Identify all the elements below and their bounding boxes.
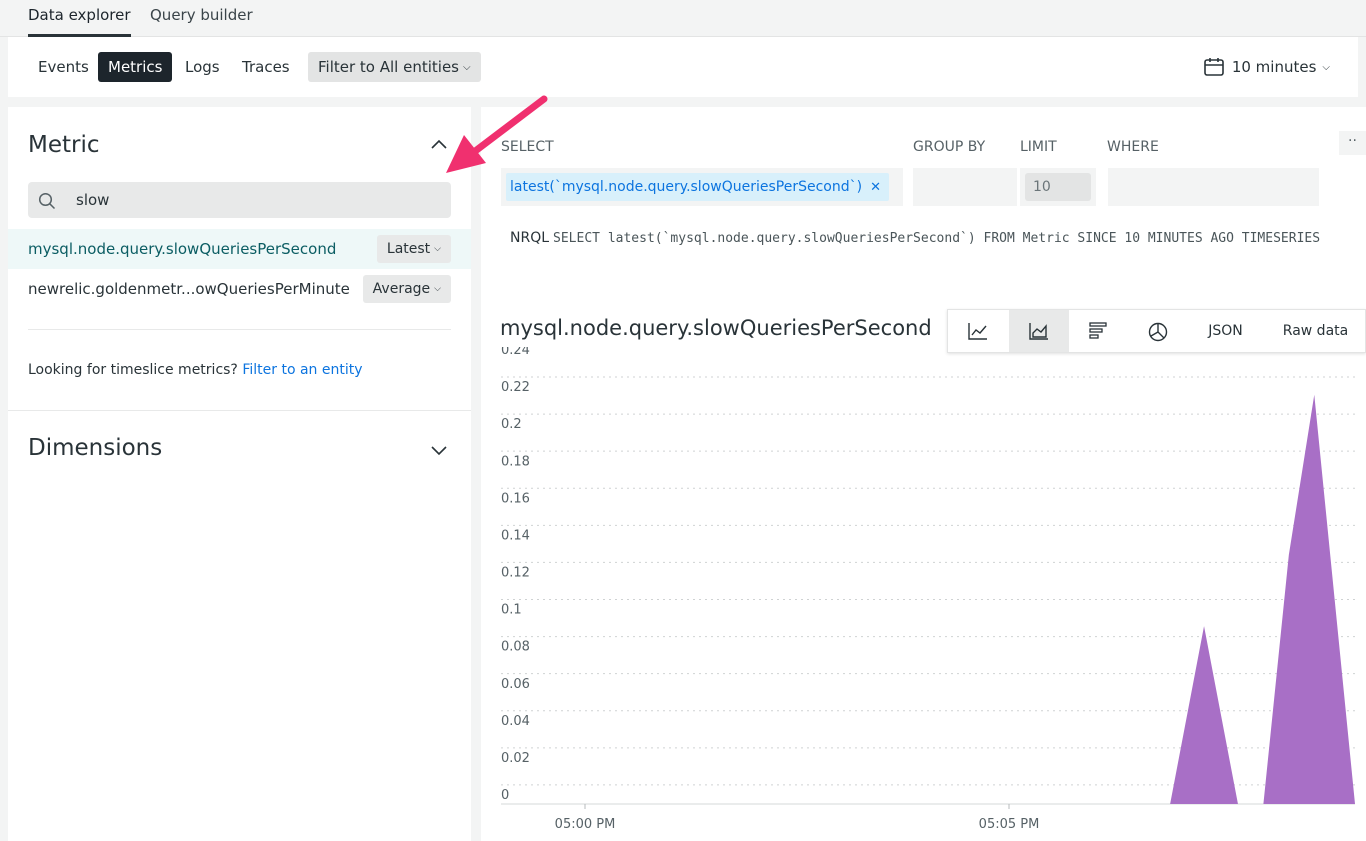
pie-chart-button[interactable] xyxy=(1129,310,1187,352)
limit-field: 10 xyxy=(1020,168,1096,206)
metric-name: newrelic.goldenmetr...owQueriesPerMinute xyxy=(28,280,350,298)
y-tick-label: 0 xyxy=(501,788,509,803)
pie-chart-icon xyxy=(1148,322,1168,342)
metric-name: mysql.node.query.slowQueriesPerSecond xyxy=(28,240,337,258)
y-tick-label: 0.1 xyxy=(501,603,522,618)
nrql-query: SELECT latest(`mysql.node.query.slowQuer… xyxy=(553,231,1321,246)
nrql-label: NRQL xyxy=(510,230,550,246)
chart-title: mysql.node.query.slowQueriesPerSecond xyxy=(500,316,932,340)
divider xyxy=(8,410,471,411)
where-field[interactable] xyxy=(1108,168,1319,206)
y-tick-label: 0.18 xyxy=(501,454,530,469)
aggregation-dropdown[interactable]: Average ⌵ xyxy=(362,275,451,303)
where-label: WHERE xyxy=(1107,139,1159,155)
y-tick-label: 0.12 xyxy=(501,566,530,581)
raw-data-button[interactable]: Raw data xyxy=(1264,310,1366,352)
close-icon[interactable]: ✕ xyxy=(870,180,881,195)
select-chip[interactable]: latest(`mysql.node.query.slowQueriesPerS… xyxy=(506,173,889,201)
search-icon xyxy=(38,192,56,210)
area-chart-icon xyxy=(1029,323,1048,340)
source-filter-bar: Events Metrics Logs Traces Filter to All… xyxy=(8,37,1358,97)
area-chart: 0.24 0.22 0.2 0.18 0.16 0.14 0.12 0.1 0.08 0.06 0.… xyxy=(501,347,1355,832)
group-by-label: GROUP BY xyxy=(913,139,986,155)
select-chip-label: latest(`mysql.node.query.slowQueriesPerS… xyxy=(510,179,863,195)
metric-row-slow-queries-per-second[interactable]: mysql.node.query.slowQueriesPerSecond La… xyxy=(8,229,471,269)
chevron-up-icon[interactable] xyxy=(430,137,448,151)
metric-search xyxy=(28,182,451,218)
y-tick-label: 0.08 xyxy=(501,640,530,655)
y-tick-label: 0.06 xyxy=(501,677,530,692)
aggregation-label: Latest xyxy=(386,241,431,257)
metric-search-input[interactable] xyxy=(76,182,436,218)
tab-query-builder[interactable]: Query builder xyxy=(150,6,253,37)
tab-events[interactable]: Events xyxy=(28,52,99,82)
tab-logs[interactable]: Logs xyxy=(175,52,230,82)
aggregation-label: Average xyxy=(372,281,431,297)
tab-data-explorer[interactable]: Data explorer xyxy=(28,6,131,37)
tab-traces[interactable]: Traces xyxy=(232,52,300,82)
y-tick-label: 0.24 xyxy=(501,347,530,358)
y-tick-label: 0.02 xyxy=(501,751,530,766)
x-tick-label: 05:00 PM xyxy=(555,817,616,832)
chevron-down-icon: ⌵ xyxy=(462,62,471,73)
y-tick-label: 0.16 xyxy=(501,491,530,506)
time-range-label: 10 minutes xyxy=(1231,58,1317,76)
bar-chart-button[interactable] xyxy=(1070,310,1128,352)
chevron-down-icon: ⌵ xyxy=(1322,62,1330,73)
divider xyxy=(28,329,451,330)
aggregation-dropdown[interactable]: Latest ⌵ xyxy=(376,235,451,263)
metric-row-golden-slow-queries[interactable]: newrelic.goldenmetr...owQueriesPerMinute… xyxy=(8,269,471,309)
time-range-picker[interactable]: 10 minutes ⌵ xyxy=(1204,52,1330,82)
y-tick-label: 0.22 xyxy=(501,380,530,395)
line-chart-button[interactable] xyxy=(948,310,1008,352)
limit-input[interactable]: 10 xyxy=(1025,173,1091,201)
select-field[interactable]: latest(`mysql.node.query.slowQueriesPerS… xyxy=(501,168,903,206)
chevron-down-icon: ⌵ xyxy=(434,244,441,254)
y-tick-label: 0.2 xyxy=(501,417,522,432)
line-chart-icon xyxy=(968,323,987,340)
entity-filter-label: Filter to All entities xyxy=(318,58,459,76)
y-tick-label: 0.14 xyxy=(501,528,530,543)
query-chart-panel: SELECT GROUP BY LIMIT WHERE ·· latest(`m… xyxy=(481,107,1366,841)
select-label: SELECT xyxy=(501,139,554,155)
metric-panel: Metric mysql.node.query.slowQueriesPerSe… xyxy=(8,107,471,841)
calendar-icon xyxy=(1204,58,1224,76)
chevron-down-icon[interactable] xyxy=(430,443,448,457)
tab-metrics[interactable]: Metrics xyxy=(98,52,173,82)
more-options-button[interactable]: ·· xyxy=(1339,131,1366,155)
group-by-field[interactable] xyxy=(913,168,1017,206)
timeslice-text: Looking for timeslice metrics? xyxy=(28,362,238,378)
area-chart-button[interactable] xyxy=(1009,310,1069,352)
bar-chart-icon xyxy=(1089,322,1107,339)
filter-to-entity-link[interactable]: Filter to an entity xyxy=(242,362,362,378)
timeslice-hint: Looking for timeslice metrics? Filter to… xyxy=(28,362,363,378)
x-tick-label: 05:05 PM xyxy=(979,817,1040,832)
limit-label: LIMIT xyxy=(1020,139,1057,155)
top-tabs: Data explorer Query builder xyxy=(0,0,1366,37)
json-button[interactable]: JSON xyxy=(1188,310,1263,352)
chevron-down-icon: ⌵ xyxy=(434,284,441,294)
nrql-preview: NRQL SELECT latest(`mysql.node.query.slow… xyxy=(510,228,1330,249)
y-tick-label: 0.04 xyxy=(501,714,530,729)
entity-filter-dropdown[interactable]: Filter to All entities ⌵ xyxy=(308,52,481,82)
dimensions-section-title: Dimensions xyxy=(28,435,163,461)
metric-section-title: Metric xyxy=(28,132,100,158)
